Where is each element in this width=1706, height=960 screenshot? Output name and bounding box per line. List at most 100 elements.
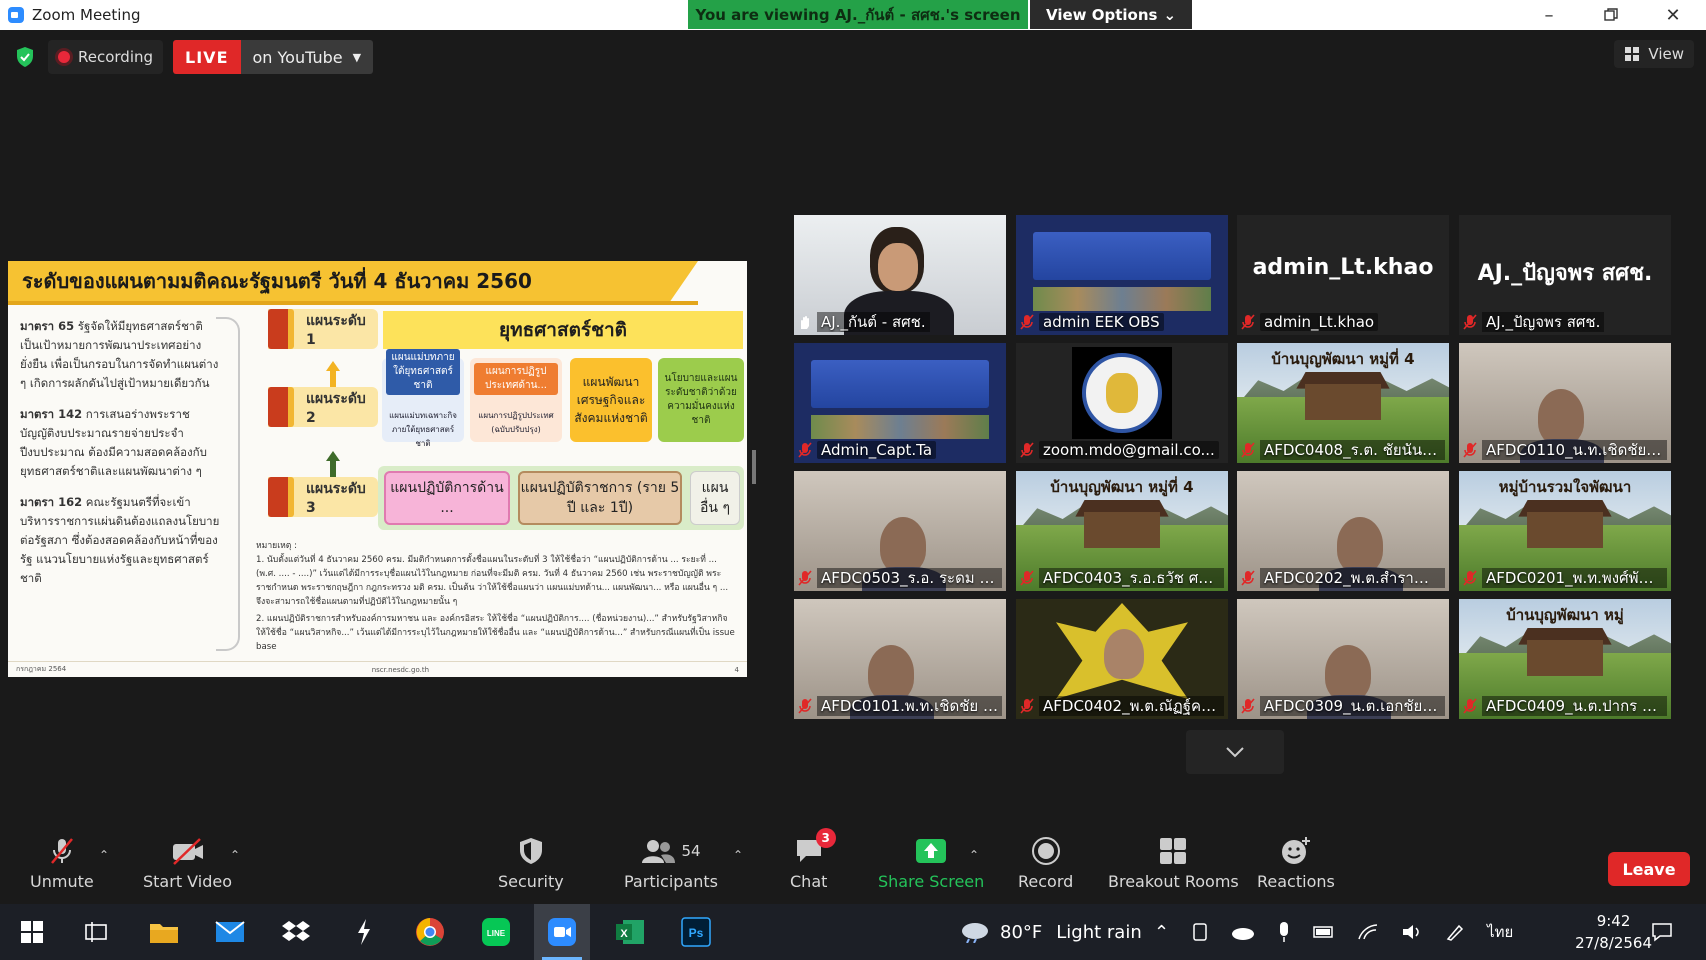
view-layout-button[interactable]: View [1614, 40, 1694, 68]
participant-tile[interactable]: บ้านบุญพัฒนา หมู่ที่ 4 AFDC0408_ร.ต. ชัยน… [1237, 343, 1449, 463]
meeting-toolbar [0, 830, 1706, 904]
participant-tile[interactable]: AFDC0101.พ.ท.เชิดชัย ชู... [794, 599, 1006, 719]
slide-title-underline [8, 301, 698, 305]
participant-tile[interactable]: หมู่บ้านรวมใจพัฒนา AFDC0201_พ.ท.พงศ์พัฒ..… [1459, 471, 1671, 591]
participant-name-tag: admin_Lt.khao [1241, 312, 1445, 332]
device-icon[interactable] [1191, 922, 1209, 942]
weather-widget[interactable]: 80°F Light rain [960, 904, 1142, 960]
participant-name: AFDC0110_น.ท.เชิดชัย ... [1482, 440, 1667, 460]
start-video-button[interactable]: Start Video [143, 836, 232, 891]
breakout-rooms-button[interactable]: Breakout Rooms [1108, 836, 1239, 891]
lv2-box-economic-plan: แผนพัฒนาเศรษฐกิจและสังคมแห่งชาติ [570, 358, 652, 442]
dropbox-icon [282, 921, 310, 941]
participants-options-caret[interactable]: ⌃ [733, 848, 743, 862]
restore-button[interactable] [1588, 0, 1634, 30]
record-button[interactable]: Record [1018, 836, 1073, 891]
security-label: Security [498, 872, 564, 891]
share-options-caret[interactable]: ⌃ [969, 848, 979, 862]
leave-button[interactable]: Leave [1608, 852, 1690, 886]
microphone-muted-icon [1463, 698, 1477, 714]
wifi-icon[interactable] [1357, 923, 1379, 941]
slide-constitution-text: มาตรา 65 รัฐจัดให้มียุทธศาสตร์ชาติเป็นเป… [20, 317, 220, 600]
participant-name: AFDC0402_พ.ต.ณัฏฐ์คเ... [1039, 696, 1224, 716]
taskbar-excel[interactable]: X [602, 904, 658, 960]
recording-dot-icon [58, 51, 70, 63]
notifications-button[interactable] [1634, 904, 1690, 960]
microphone-muted-icon [1241, 570, 1255, 586]
unmute-label: Unmute [30, 872, 94, 891]
taskbar-file-explorer[interactable] [136, 904, 192, 960]
participants-button[interactable]: 54 Participants [624, 836, 718, 891]
show-hidden-icons-icon[interactable]: ⌃ [1154, 922, 1169, 943]
taskbar-mail[interactable] [202, 904, 258, 960]
minimize-button[interactable]: – [1526, 0, 1572, 30]
taskbar-chrome[interactable] [402, 904, 458, 960]
taskbar-line[interactable]: LINE [468, 904, 524, 960]
video-options-caret[interactable]: ⌃ [230, 848, 240, 862]
participants-icon [642, 840, 676, 863]
microphone-muted-icon [798, 442, 812, 458]
taskbar-app-bolt[interactable] [336, 904, 392, 960]
record-label: Record [1018, 872, 1074, 891]
chat-unread-badge: 3 [815, 828, 836, 848]
slide-page-number: 4 [734, 665, 739, 674]
reactions-button[interactable]: Reactions [1257, 836, 1335, 891]
participants-label: Participants [624, 872, 718, 891]
onedrive-cloud-icon[interactable] [1231, 924, 1255, 940]
task-view-icon [85, 922, 107, 942]
participant-tile[interactable]: AFDC0309_น.ต.เอกชัย ห้... [1237, 599, 1449, 719]
participant-tile[interactable]: zoom.mdo@gmail.co... [1016, 343, 1228, 463]
input-language[interactable]: ไทย [1487, 920, 1513, 944]
chat-button[interactable]: 3 Chat [790, 828, 836, 891]
book-icon [268, 309, 294, 349]
participant-tile[interactable]: Admin_Capt.Ta [794, 343, 1006, 463]
participant-tile[interactable]: AFDC0503_ร.อ. ระดม ทอ... [794, 471, 1006, 591]
slide-title: ระดับของแผนตามมติคณะรัฐมนตรี วันที่ 4 ธั… [8, 261, 698, 301]
next-page-button[interactable] [1186, 730, 1284, 774]
breakout-rooms-label: Breakout Rooms [1108, 872, 1239, 891]
participant-name: AFDC0309_น.ต.เอกชัย ห้... [1260, 696, 1445, 716]
view-options-button[interactable]: View Options ⌄ [1030, 0, 1192, 29]
participant-tile[interactable]: admin EEK OBS [1016, 215, 1228, 335]
security-button[interactable]: Security [498, 836, 564, 891]
participant-tile[interactable]: AFDC0110_น.ท.เชิดชัย ... [1459, 343, 1671, 463]
battery-icon[interactable] [1313, 925, 1335, 939]
share-screen-label: Share Screen [878, 872, 985, 891]
note-item: 1. นับตั้งแต่วันที่ 4 ธันวาคม 2560 ครม. … [256, 555, 729, 607]
slide-footer: กรกฎาคม 2564 nscr.nesdc.go.th 4 [8, 661, 747, 677]
microphone-icon[interactable] [1277, 921, 1291, 943]
pen-icon[interactable] [1445, 922, 1465, 942]
split-resize-handle[interactable] [752, 450, 756, 484]
live-stream-indicator[interactable]: LIVE on YouTube ▼ [173, 40, 374, 74]
scene-caption: หมู่บ้านรวมใจพัฒนา [1498, 478, 1632, 496]
participant-tile[interactable]: AFDC0202_พ.ต.สำราญ ... [1237, 471, 1449, 591]
participant-tile[interactable]: AJ._กันต์ - สศช. [794, 215, 1006, 335]
taskbar-photoshop[interactable]: Ps [668, 904, 724, 960]
restore-icon [1604, 8, 1618, 21]
participant-tile[interactable]: AFDC0402_พ.ต.ณัฏฐ์คเ... [1016, 599, 1228, 719]
task-view-button[interactable] [68, 904, 124, 960]
volume-icon[interactable] [1401, 923, 1423, 941]
start-button[interactable] [4, 904, 60, 960]
microphone-muted-icon [1020, 698, 1034, 714]
audio-options-caret[interactable]: ⌃ [99, 848, 109, 862]
mail-icon [215, 921, 245, 942]
taskbar-dropbox[interactable] [268, 904, 324, 960]
participant-name: Admin_Capt.Ta [817, 441, 937, 459]
participant-name: AFDC0101.พ.ท.เชิดชัย ชู... [817, 696, 1002, 716]
notification-icon [1652, 923, 1672, 942]
share-screen-button[interactable]: Share Screen [878, 836, 984, 891]
participant-tile[interactable]: AJ._ปัญจพร สศช. AJ._ปัญจพร สศช. [1459, 215, 1671, 335]
close-button[interactable]: ✕ [1650, 0, 1696, 30]
zoom-logo-icon [8, 7, 24, 23]
unmute-button[interactable]: Unmute [30, 836, 94, 891]
recording-indicator[interactable]: Recording [48, 40, 164, 74]
security-shield-icon[interactable] [12, 44, 38, 70]
participant-tile[interactable]: admin_Lt.khao admin_Lt.khao [1237, 215, 1449, 335]
youtube-stream-dropdown[interactable]: on YouTube ▼ [240, 40, 374, 74]
lv2-box-reform-plan: แผนการปฏิรูปประเทศด้าน... แผนการปฏิรูปประ… [470, 358, 562, 442]
participant-name: AFDC0403_ร.อ.ธวัช ศรีจั... [1039, 568, 1224, 588]
taskbar-zoom[interactable] [534, 904, 590, 960]
participant-tile[interactable]: บ้านบุญพัฒนา หมู่ AFDC0409_น.ต.ปากร ศรี..… [1459, 599, 1671, 719]
participant-tile[interactable]: บ้านบุญพัฒนา หมู่ที่ 4 AFDC0403_ร.อ.ธวัช … [1016, 471, 1228, 591]
